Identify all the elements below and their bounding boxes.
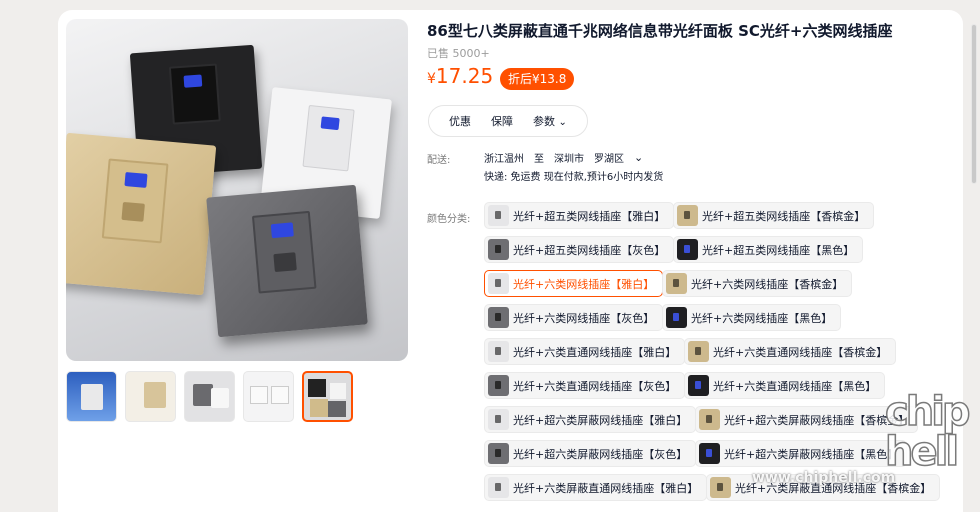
thumbnail-strip	[66, 371, 353, 422]
variant-option[interactable]: 光纤+六类网线插座【灰色】	[484, 304, 664, 331]
variant-swatch	[488, 375, 509, 396]
variant-swatch	[488, 341, 509, 362]
variant-swatch	[488, 443, 509, 464]
watermark-logo: chip hell	[884, 389, 971, 475]
main-product-image[interactable]	[66, 19, 408, 361]
variant-option[interactable]: 光纤+六类网线插座【黑色】	[662, 304, 842, 331]
variant-swatch	[488, 205, 509, 226]
delivery-district[interactable]: 罗湖区	[594, 150, 624, 165]
chip-promo[interactable]: 优惠	[441, 113, 479, 129]
variant-label: 光纤+六类直通网线插座【灰色】	[513, 379, 677, 393]
watermark-url: www.chiphell.com	[752, 470, 896, 486]
variant-label: 光纤+六类网线插座【黑色】	[691, 311, 833, 325]
delivery-city[interactable]: 深圳市	[554, 150, 584, 165]
info-chips: 优惠 保障 参数 ⌄	[428, 105, 588, 137]
variant-option[interactable]: 光纤+超五类网线插座【香槟金】	[673, 202, 875, 229]
panel-gray	[206, 184, 368, 338]
variant-swatch	[710, 477, 731, 498]
variant-swatch	[488, 239, 509, 260]
delivery-to-word: 至	[534, 154, 544, 165]
variant-swatch	[688, 375, 709, 396]
variant-option[interactable]: 光纤+六类直通网线插座【灰色】	[484, 372, 686, 399]
delivery-row: 浙江温州 至 深圳市 罗湖区 ⌄	[484, 150, 643, 165]
variant-label: 光纤+六类网线插座【灰色】	[513, 311, 655, 325]
variant-swatch	[688, 341, 709, 362]
thumbnail-4[interactable]	[243, 371, 294, 422]
color-label: 颜色分类:	[427, 214, 471, 225]
chip-params-label: 参数	[533, 115, 555, 128]
variant-option[interactable]: 光纤+六类网线插座【香槟金】	[662, 270, 853, 297]
shipping-info: 快递: 免运费 现在付款,预计6小时内发货	[484, 172, 664, 183]
variant-option[interactable]: 光纤+超六类屏蔽网线插座【黑色】	[695, 440, 908, 467]
variant-label: 光纤+六类直通网线插座【香槟金】	[713, 345, 888, 359]
variant-label: 光纤+六类网线插座【香槟金】	[691, 277, 844, 291]
variant-label: 光纤+超六类屏蔽网线插座【香槟金】	[724, 413, 910, 427]
scrollbar-thumb[interactable]	[971, 24, 977, 184]
variant-label: 光纤+六类网线插座【雅白】	[513, 277, 655, 291]
delivery-from: 浙江温州	[484, 154, 524, 165]
variant-swatch	[699, 443, 720, 464]
variant-swatch	[488, 477, 509, 498]
variant-option[interactable]: 光纤+六类直通网线插座【雅白】	[484, 338, 686, 365]
variant-option[interactable]: 光纤+超五类网线插座【黑色】	[673, 236, 864, 263]
variant-swatch	[677, 239, 698, 260]
price: ¥17.25	[427, 64, 493, 88]
panel-gold	[66, 132, 217, 296]
variant-label: 光纤+六类直通网线插座【黑色】	[713, 379, 877, 393]
variant-option[interactable]: 光纤+六类直通网线插座【黑色】	[684, 372, 886, 399]
variant-label: 光纤+超六类屏蔽网线插座【雅白】	[513, 413, 688, 427]
variant-swatch	[488, 307, 509, 328]
variant-swatch	[666, 307, 687, 328]
thumbnail-5[interactable]	[302, 371, 353, 422]
variant-swatch	[699, 409, 720, 430]
variant-swatch	[488, 273, 509, 294]
thumbnail-3[interactable]	[184, 371, 235, 422]
chevron-down-icon[interactable]: ⌄	[634, 151, 643, 164]
sold-count: 已售 5000+	[427, 47, 490, 60]
variant-label: 光纤+超五类网线插座【雅白】	[513, 209, 666, 223]
chip-params[interactable]: 参数 ⌄	[525, 113, 575, 129]
variant-label: 光纤+超六类屏蔽网线插座【黑色】	[724, 447, 899, 461]
thumbnail-1[interactable]	[66, 371, 117, 422]
thumbnail-2[interactable]	[125, 371, 176, 422]
variant-swatch	[488, 409, 509, 430]
variant-label: 光纤+超五类网线插座【黑色】	[702, 243, 855, 257]
variant-label: 光纤+超六类屏蔽网线插座【灰色】	[513, 447, 688, 461]
variant-label: 光纤+超五类网线插座【灰色】	[513, 243, 666, 257]
variant-option[interactable]: 光纤+超六类屏蔽网线插座【雅白】	[484, 406, 697, 433]
variant-swatch	[666, 273, 687, 294]
variant-option[interactable]: 光纤+六类直通网线插座【香槟金】	[684, 338, 897, 365]
currency-symbol: ¥	[427, 71, 436, 87]
variant-label: 光纤+超五类网线插座【香槟金】	[702, 209, 866, 223]
variant-option-selected[interactable]: 光纤+六类网线插座【雅白】	[484, 270, 664, 297]
product-title: 86型七八类屏蔽直通千兆网络信息带光纤面板 SC光纤+六类网线插座	[427, 22, 893, 40]
chevron-down-icon: ⌄	[558, 117, 567, 128]
price-value: 17.25	[435, 64, 494, 88]
variant-option[interactable]: 光纤+超六类屏蔽网线插座【灰色】	[484, 440, 697, 467]
variant-option[interactable]: 光纤+超五类网线插座【雅白】	[484, 202, 675, 229]
chip-guarantee[interactable]: 保障	[483, 113, 521, 129]
coupon-badge[interactable]: 折后¥13.8	[500, 68, 575, 90]
variant-label: 光纤+六类屏蔽直通网线插座【雅白】	[513, 481, 699, 495]
delivery-label: 配送:	[427, 155, 451, 166]
variant-swatch	[677, 205, 698, 226]
variant-option[interactable]: 光纤+超五类网线插座【灰色】	[484, 236, 675, 263]
variant-option[interactable]: 光纤+六类屏蔽直通网线插座【雅白】	[484, 474, 708, 501]
variant-label: 光纤+六类直通网线插座【雅白】	[513, 345, 677, 359]
